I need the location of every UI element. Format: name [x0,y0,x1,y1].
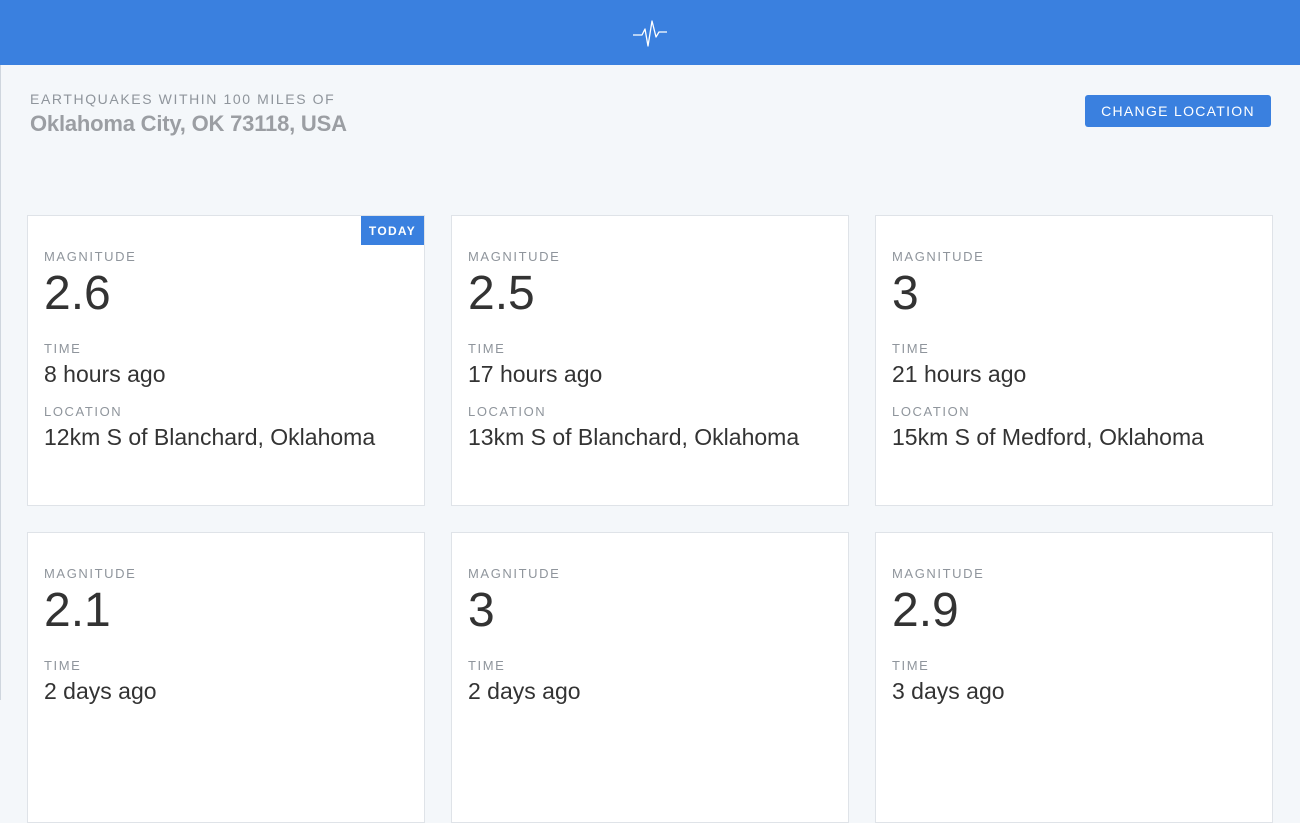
magnitude-label: MAGNITUDE [468,249,561,264]
location-value: 12km S of Blanchard, Oklahoma [44,424,376,450]
time-label: TIME [468,341,506,356]
time-value: 2 days ago [468,678,581,704]
time-value: 21 hours ago [892,361,1027,387]
magnitude-label: MAGNITUDE [44,566,137,581]
quake-card[interactable]: MAGNITUDE 3 TIME 21 hours ago LOCATION 1… [875,215,1273,506]
time-label: TIME [468,658,506,673]
magnitude-label: MAGNITUDE [892,566,985,581]
location-header: EARTHQUAKES WITHIN 100 MILES OF Oklahoma… [30,91,347,137]
time-label: TIME [892,658,930,673]
location-label: LOCATION [44,404,123,419]
top-bar [0,0,1300,65]
header-kicker: EARTHQUAKES WITHIN 100 MILES OF [30,91,336,107]
quake-card[interactable]: MAGNITUDE 2.5 TIME 17 hours ago LOCATION… [451,215,849,506]
quake-card[interactable]: MAGNITUDE 3 TIME 2 days ago [451,532,849,823]
time-label: TIME [892,341,930,356]
quake-card[interactable]: MAGNITUDE 2.9 TIME 3 days ago [875,532,1273,823]
quake-card[interactable]: TODAY MAGNITUDE 2.6 TIME 8 hours ago LOC… [27,215,425,506]
quake-card[interactable]: MAGNITUDE 2.1 TIME 2 days ago [27,532,425,823]
quake-grid: TODAY MAGNITUDE 2.6 TIME 8 hours ago LOC… [27,215,1274,823]
location-label: LOCATION [468,404,547,419]
time-value: 17 hours ago [468,361,603,387]
location-label: LOCATION [892,404,971,419]
time-value: 3 days ago [892,678,1005,704]
time-label: TIME [44,658,82,673]
magnitude-value: 3 [468,584,495,637]
magnitude-label: MAGNITUDE [44,249,137,264]
time-value: 8 hours ago [44,361,166,387]
magnitude-value: 2.1 [44,584,111,637]
time-value: 2 days ago [44,678,157,704]
magnitude-label: MAGNITUDE [892,249,985,264]
page-border [0,65,1,700]
magnitude-value: 3 [892,267,919,320]
time-label: TIME [44,341,82,356]
magnitude-value: 2.9 [892,584,959,637]
change-location-button[interactable]: CHANGE LOCATION [1085,95,1271,127]
location-value: 15km S of Medford, Oklahoma [892,424,1204,450]
magnitude-label: MAGNITUDE [468,566,561,581]
magnitude-value: 2.6 [44,267,111,320]
pulse-icon [633,18,667,48]
today-badge: TODAY [361,216,424,245]
magnitude-value: 2.5 [468,267,535,320]
current-location: Oklahoma City, OK 73118, USA [30,111,347,136]
location-value: 13km S of Blanchard, Oklahoma [468,424,800,450]
